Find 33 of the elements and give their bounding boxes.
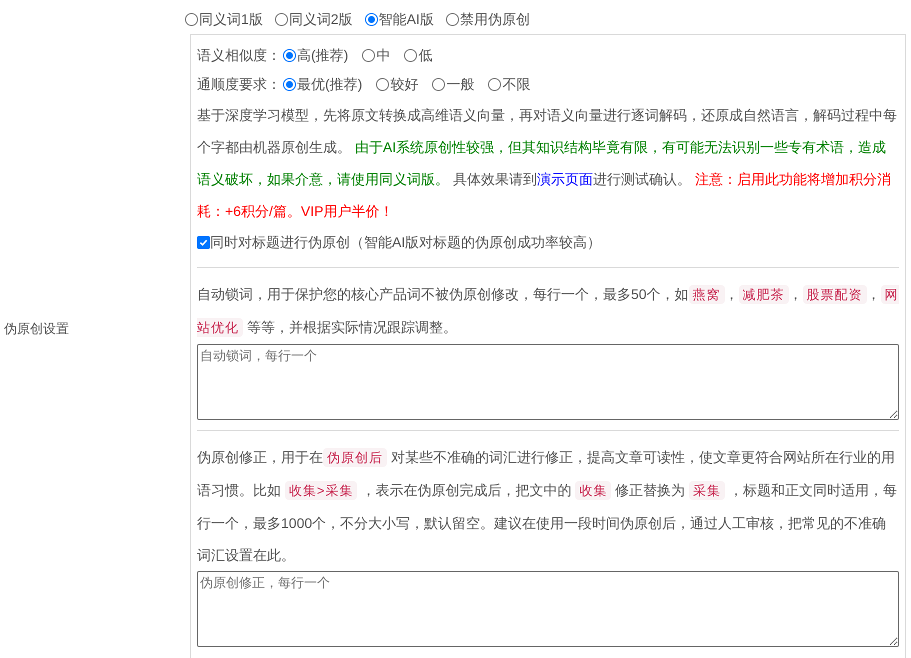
choice-label[interactable]: 不限 <box>502 74 530 95</box>
demo-page-link[interactable]: 演示页面 <box>536 171 593 187</box>
mode-option-label[interactable]: 禁用伪原创 <box>460 8 530 30</box>
radio-button[interactable] <box>404 49 418 62</box>
radio-button[interactable] <box>362 49 376 62</box>
description-text: 基于深度学习模型，先将原文转换成高维语义向量，再对语义向量进行逐词解码，还原成自然语言，解码过程中每个字都由机器原创生成。 由于AI系统原创性较强，但其知识结构毕竟有限，有可能无法识别一些专有术语，造成语义破坏，如果介意，请使用同义词版。 具体效果请到演示页面进行测试确认。 注意：启用此功能将增加积分消耗：+6积分/篇。VIP用户半价！ <box>197 106 898 221</box>
radio-button[interactable] <box>185 12 198 26</box>
radio-button[interactable] <box>364 12 378 26</box>
choice-label[interactable]: 中 <box>376 45 390 66</box>
mode-option-label[interactable]: 智能AI版 <box>378 8 434 30</box>
radio-button[interactable] <box>283 78 296 91</box>
mode-option-label[interactable]: 同义词2版 <box>288 8 353 30</box>
radio-button[interactable] <box>283 49 296 62</box>
description-text: 伪原创修正，用于在 伪原创后 对某些不准确的词汇进行修正，提高文章可读性，使文章更符合网站所在行业的用语习惯。比如 收集>采集 ，表示在伪原创完成后，把文中的 收集 修正替换为 采集 ，标题和正文同时适用，每行一个，最多1000个，不分大小写，默认留空。建议在使用一段时间伪原创后，通过人工审核，把常见的不准确词汇设置在此。 <box>197 447 898 565</box>
radio-button[interactable] <box>488 78 502 91</box>
choice-label[interactable]: 高(推荐) <box>297 45 348 66</box>
input-field[interactable]: 自动锁词，每行一个 <box>197 344 899 420</box>
option-label: 通顺度要求： <box>197 75 281 94</box>
section-label: 伪原创设置 <box>4 320 69 338</box>
radio-button[interactable] <box>376 78 390 91</box>
option-label: 语义相似度： <box>197 46 281 65</box>
mode-option-label[interactable]: 同义词1版 <box>199 8 263 30</box>
checkbox-label[interactable]: 同时对标题进行伪原创（智能AI版对标题的伪原创成功率较高） <box>210 232 602 252</box>
checkbox[interactable] <box>197 236 210 248</box>
choice-label[interactable]: 一般 <box>446 74 474 95</box>
radio-button[interactable] <box>446 12 459 26</box>
choice-label[interactable]: 最优(推荐) <box>297 74 362 95</box>
description-text: 自动锁词，用于保护您的核心产品词不被伪原创修改，每行一个，最多50个，如 燕窝 ， 减肥茶 ， 股票配资 ， 网站优化 等等，并根据实际情况跟踪调整。 <box>197 284 899 339</box>
radio-button[interactable] <box>432 78 446 91</box>
radio-button[interactable] <box>274 12 288 26</box>
choice-label[interactable]: 较好 <box>390 74 418 95</box>
input-field[interactable]: 伪原创修正，每行一个 <box>197 571 899 647</box>
choice-label[interactable]: 低 <box>418 45 432 66</box>
